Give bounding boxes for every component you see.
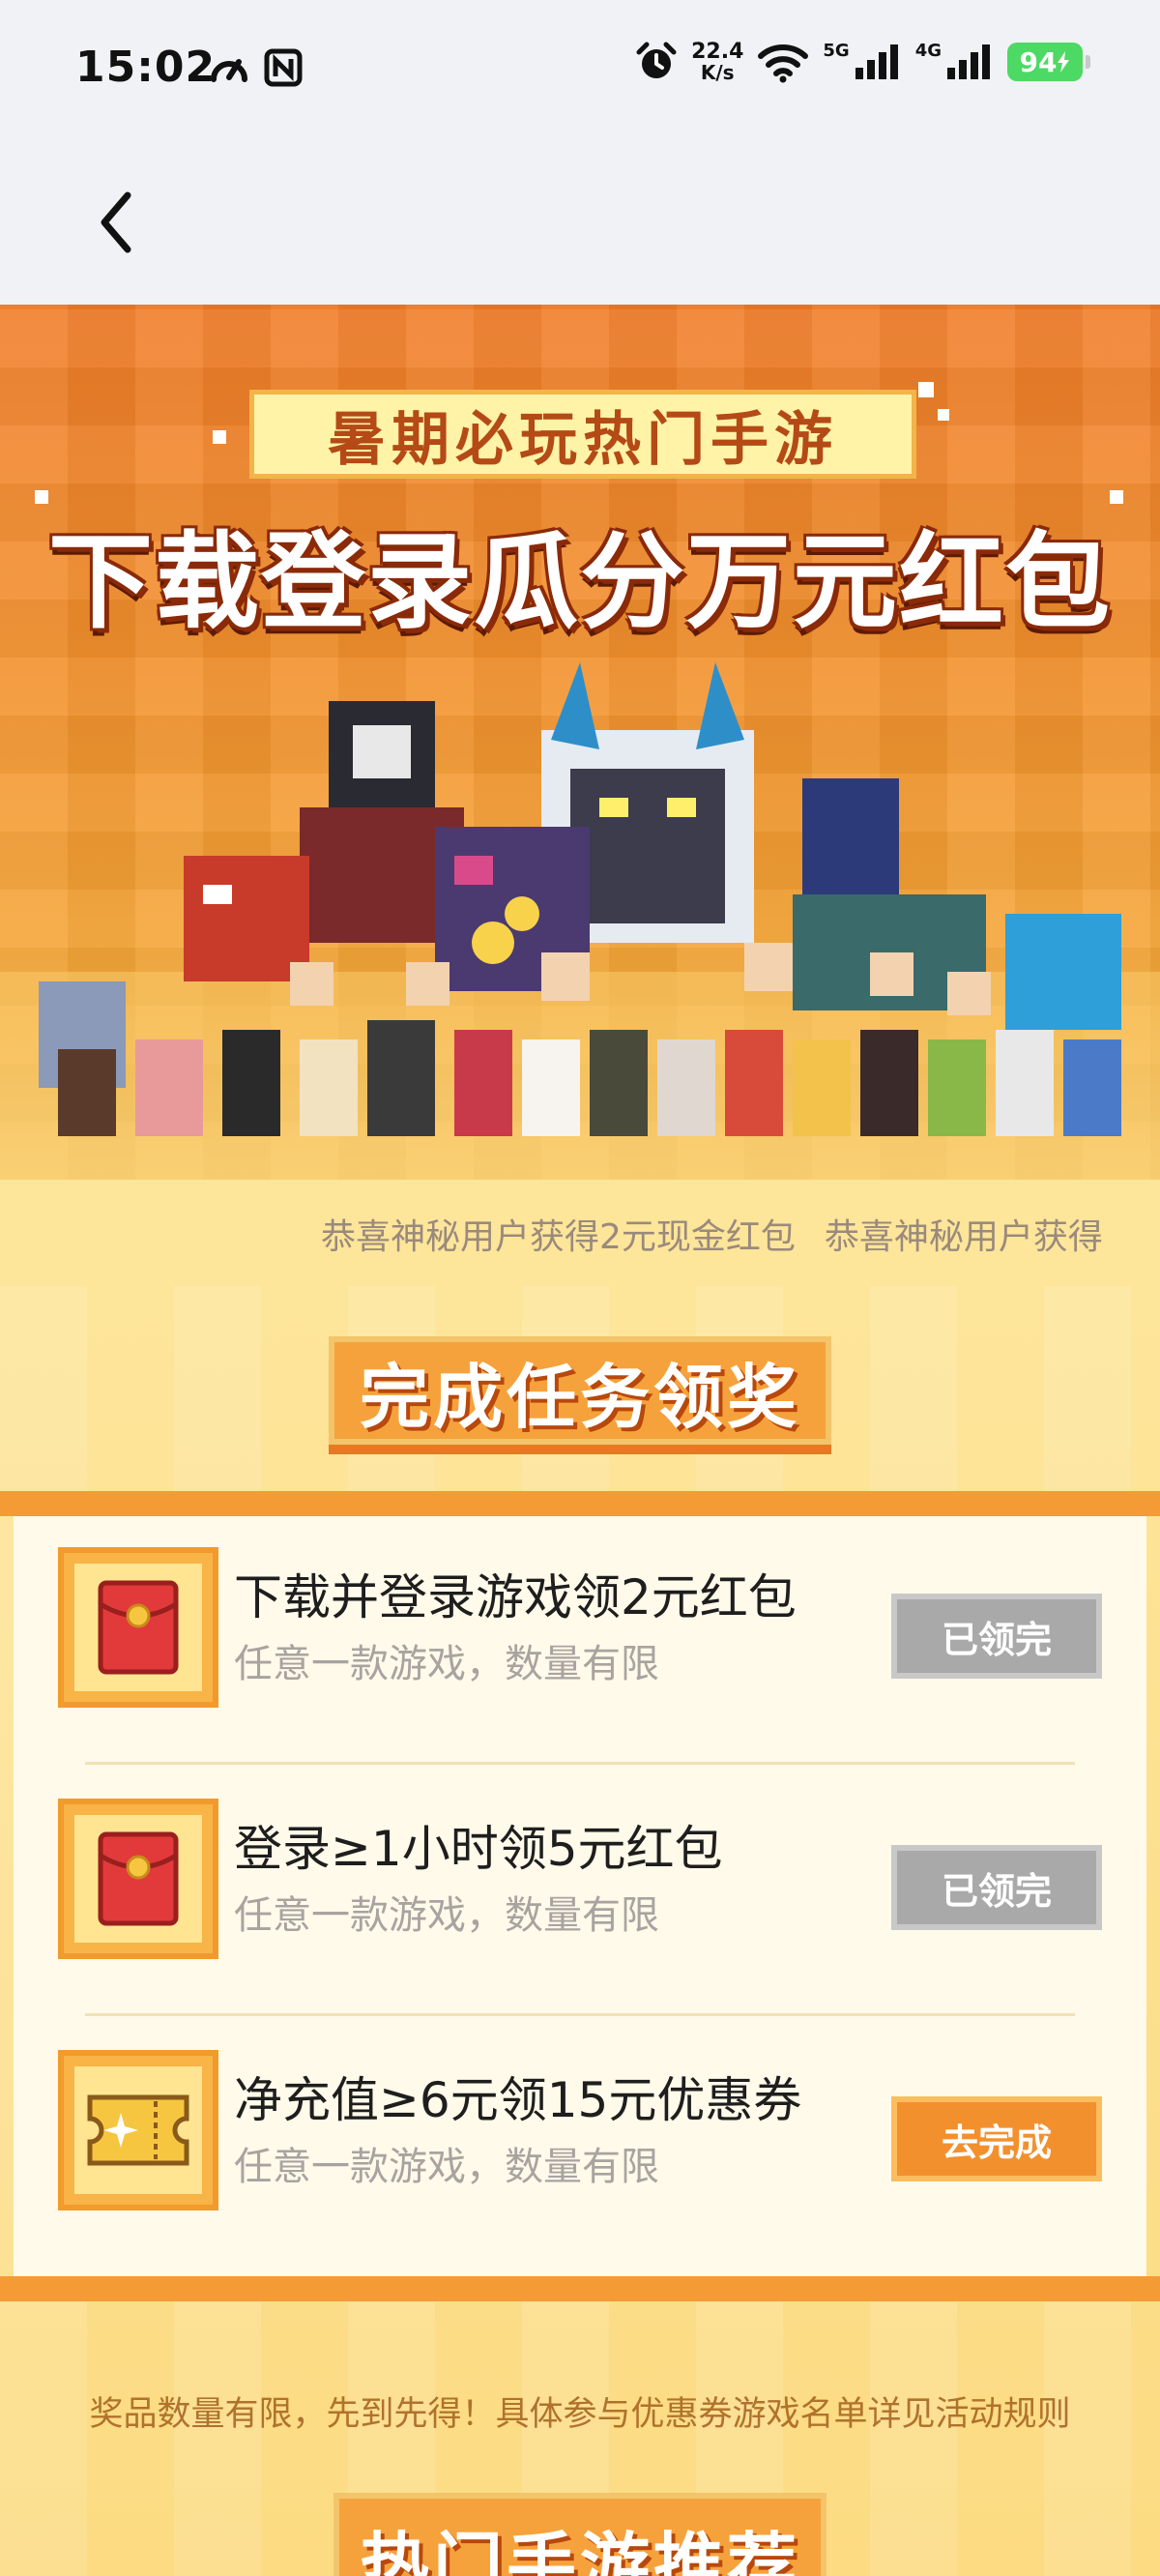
network-speed-value: 22.4 bbox=[691, 40, 744, 64]
network-speed-unit: K/s bbox=[700, 61, 735, 84]
claimed-button[interactable]: 已领完 bbox=[891, 1845, 1102, 1930]
ticker-item: 恭喜神秘用户获得 bbox=[824, 1217, 1103, 1257]
ticker-item: 恭喜神秘用户获得2元现金红包 bbox=[321, 1217, 796, 1257]
hero-banner: 暑期必玩热门手游 下载登录瓜分万元红包 bbox=[0, 305, 1160, 1180]
tasks-section-title: 完成任务领奖 bbox=[359, 1356, 800, 1438]
signal-bars-icon bbox=[855, 44, 898, 79]
rules-notice: 奖品数量有限，先到先得！具体参与优惠券游戏名单详见活动规则 bbox=[89, 2395, 1071, 2434]
hot-games-section-title: 热门手游推荐 bbox=[359, 2525, 800, 2576]
status-time: 15:02 bbox=[75, 43, 217, 92]
task-item: 下载并登录游戏领2元红包 任意一款游戏，数量有限 已领完 bbox=[14, 1516, 1146, 1768]
task-description: 任意一款游戏，数量有限 bbox=[234, 1893, 659, 1938]
status-bar: 15:02 22.4 K/s 5G 4G 94 bbox=[0, 0, 1160, 140]
winner-ticker: 恭喜神秘用户获得2元现金红包 恭喜神秘用户获得 bbox=[0, 1180, 1160, 1286]
task-title: 下载并登录游戏领2元红包 bbox=[234, 1569, 797, 1625]
signal-bars-icon bbox=[947, 44, 990, 79]
back-button[interactable] bbox=[87, 174, 145, 271]
wifi-icon bbox=[758, 44, 809, 83]
alarm-icon bbox=[636, 42, 677, 78]
task-description: 任意一款游戏，数量有限 bbox=[234, 2145, 659, 2189]
signal-1-label: 5G bbox=[823, 41, 850, 61]
nav-bar bbox=[0, 140, 1160, 305]
task-icon-frame bbox=[58, 2050, 218, 2210]
network-speed: 22.4 K/s bbox=[691, 40, 744, 84]
signal-2-label: 4G bbox=[914, 41, 942, 61]
pixel-decoration bbox=[938, 409, 949, 421]
tasks-section: 完成任务领奖 下载并登录游戏领2元红包 任意一款游戏，数量有限 已领完 登录≥1… bbox=[0, 1286, 1160, 2576]
status-right-icons: 22.4 K/s 5G 4G 94 bbox=[635, 40, 1090, 84]
task-title: 净充值≥6元领15元优惠券 bbox=[234, 2072, 802, 2128]
task-item: 净充值≥6元领15元优惠券 任意一款游戏，数量有限 去完成 bbox=[14, 2019, 1146, 2270]
divider-stripe bbox=[0, 1491, 1160, 1516]
nfc-icon bbox=[264, 48, 303, 87]
coupon-ticket-icon bbox=[87, 2094, 189, 2166]
divider-stripe bbox=[0, 2276, 1160, 2301]
chevron-left-icon bbox=[101, 191, 131, 253]
pixel-decoration bbox=[918, 382, 934, 397]
claimed-button[interactable]: 已领完 bbox=[891, 1594, 1102, 1679]
battery-level: 94 bbox=[1019, 45, 1058, 78]
battery-indicator: 94 bbox=[1007, 43, 1090, 81]
speedometer-icon bbox=[211, 59, 247, 82]
red-envelope-icon bbox=[98, 1580, 179, 1675]
hero-subtitle: 暑期必玩热门手游 bbox=[328, 405, 838, 474]
task-list: 下载并登录游戏领2元红包 任意一款游戏，数量有限 已领完 登录≥1小时领5元红包… bbox=[14, 1516, 1146, 2276]
go-complete-button[interactable]: 去完成 bbox=[891, 2096, 1102, 2181]
task-divider bbox=[85, 1762, 1075, 1765]
task-description: 任意一款游戏，数量有限 bbox=[234, 1642, 659, 1686]
red-envelope-icon bbox=[98, 1831, 179, 1926]
task-title: 登录≥1小时领5元红包 bbox=[234, 1821, 723, 1877]
task-icon-frame bbox=[58, 1547, 218, 1708]
hot-games-title-banner: 热门手游推荐 bbox=[334, 2493, 826, 2576]
pixel-decoration bbox=[213, 430, 226, 444]
tasks-title-banner: 完成任务领奖 bbox=[329, 1336, 831, 1445]
hero-subtitle-banner: 暑期必玩热门手游 bbox=[249, 390, 916, 479]
task-icon-frame bbox=[58, 1799, 218, 1959]
status-left-icons bbox=[208, 48, 303, 87]
ticker-track: 恭喜神秘用户获得2元现金红包 恭喜神秘用户获得 bbox=[321, 1209, 1103, 1259]
task-divider bbox=[85, 2013, 1075, 2016]
charging-bolt-icon bbox=[1058, 51, 1070, 73]
game-characters-illustration bbox=[0, 662, 1160, 1180]
task-item: 登录≥1小时领5元红包 任意一款游戏，数量有限 已领完 bbox=[14, 1768, 1146, 2019]
